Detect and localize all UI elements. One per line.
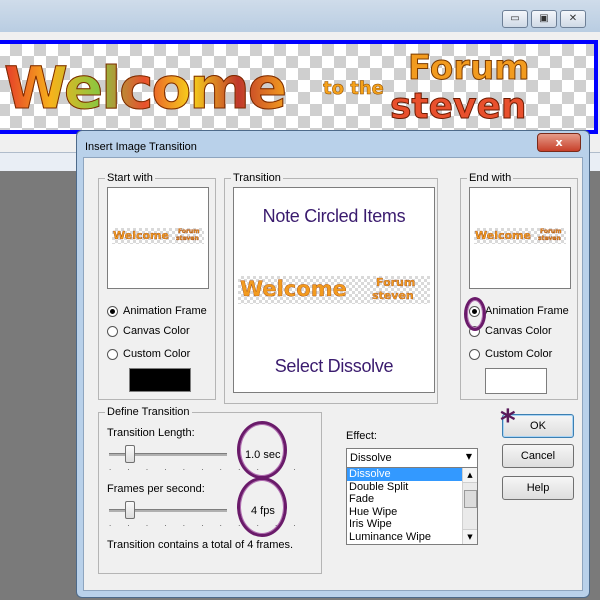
end-with-group: End with Welcome Forum steven Animation … bbox=[460, 172, 578, 400]
start-preview-name: steven bbox=[176, 235, 199, 242]
scroll-up-icon[interactable]: ▲ bbox=[463, 468, 477, 483]
maximize-button[interactable]: ▣ bbox=[531, 10, 557, 28]
define-transition-group: Define Transition Transition Length: . .… bbox=[98, 406, 322, 574]
banner-forum-text: Forum bbox=[408, 48, 531, 89]
annotation-circle-end-animation-frame bbox=[464, 297, 486, 331]
end-preview-forum: Forum bbox=[540, 228, 562, 235]
banner-welcome-text: Welcome bbox=[3, 54, 287, 123]
end-option-label: Custom Color bbox=[485, 348, 553, 360]
frames-per-second-slider-thumb[interactable] bbox=[125, 501, 135, 519]
radio-icon[interactable] bbox=[107, 305, 118, 317]
annotation-circle-length bbox=[237, 421, 287, 479]
banner-to-the-text: to the bbox=[323, 78, 384, 100]
select-dissolve-text: Select Dissolve bbox=[274, 356, 394, 376]
start-option-animation-frame[interactable]: Animation Frame bbox=[107, 305, 207, 317]
start-option-label: Canvas Color bbox=[123, 325, 190, 337]
effect-list-item[interactable]: Luminance Wipe bbox=[347, 531, 463, 544]
transition-group: Transition Note Circled Items Welcome Fo… bbox=[224, 172, 438, 404]
note-circled-items-text: Note Circled Items bbox=[262, 206, 406, 226]
start-frame-preview: Welcome Forum steven bbox=[107, 187, 209, 289]
dialog-close-button[interactable]: x bbox=[537, 133, 581, 152]
annotation-circle-fps bbox=[237, 477, 287, 537]
chevron-down-icon[interactable]: ▼ bbox=[462, 450, 476, 464]
banner-name-text: steven bbox=[390, 86, 528, 128]
dialog-title: Insert Image Transition bbox=[85, 141, 197, 153]
transition-length-label: Transition Length: bbox=[107, 427, 195, 439]
effect-list-scrollbar[interactable]: ▲ ▼ bbox=[462, 468, 477, 544]
scroll-thumb[interactable] bbox=[464, 490, 477, 508]
asterisk-annotation-icon: * bbox=[500, 404, 516, 439]
end-preview-banner: Welcome Forum steven bbox=[474, 228, 566, 244]
dialog-client-area: Start with Welcome Forum steven Animatio… bbox=[83, 157, 583, 591]
start-option-label: Animation Frame bbox=[123, 305, 207, 317]
effect-dropdown[interactable]: Dissolve ▼ bbox=[346, 448, 478, 468]
window-close-button[interactable]: ✕ bbox=[560, 10, 586, 28]
start-preview-forum: Forum bbox=[178, 228, 200, 235]
scroll-down-icon[interactable]: ▼ bbox=[463, 529, 477, 544]
end-frame-preview: Welcome Forum steven bbox=[469, 187, 571, 289]
end-preview-welcome: Welcome bbox=[475, 229, 531, 242]
radio-icon[interactable] bbox=[469, 348, 480, 360]
help-button[interactable]: Help bbox=[502, 476, 574, 500]
effect-label: Effect: bbox=[346, 430, 377, 442]
define-transition-label: Define Transition bbox=[105, 406, 192, 418]
effect-list-item[interactable]: Iris Wipe bbox=[347, 518, 463, 531]
start-with-label: Start with bbox=[105, 172, 155, 184]
minimize-button[interactable]: ▭ bbox=[502, 10, 528, 28]
start-option-canvas-color[interactable]: Canvas Color bbox=[107, 325, 190, 337]
insert-image-transition-dialog: Insert Image Transition x Start with Wel… bbox=[76, 130, 590, 598]
effect-list-item[interactable]: Dissolve bbox=[347, 468, 463, 481]
end-with-label: End with bbox=[467, 172, 514, 184]
start-preview-banner: Welcome Forum steven bbox=[112, 228, 204, 244]
start-custom-color-swatch[interactable] bbox=[129, 368, 191, 392]
end-option-label: Canvas Color bbox=[485, 325, 552, 337]
end-option-label: Animation Frame bbox=[485, 305, 569, 317]
transition-preview-welcome: Welcome bbox=[240, 277, 347, 301]
start-preview-welcome: Welcome bbox=[113, 229, 169, 242]
background-titlebar: ▭ ▣ ✕ bbox=[0, 0, 600, 32]
effect-list[interactable]: Dissolve Double Split Fade Hue Wipe Iris Wip… bbox=[346, 467, 478, 545]
welcome-banner-image: Welcome to the Forum steven bbox=[0, 40, 598, 134]
effect-list-items: Dissolve Double Split Fade Hue Wipe Iris Wip… bbox=[347, 468, 477, 543]
start-option-label: Custom Color bbox=[123, 348, 191, 360]
effect-dropdown-value: Dissolve bbox=[350, 452, 392, 464]
effect-list-item[interactable]: Double Split bbox=[347, 481, 463, 494]
cancel-button[interactable]: Cancel bbox=[502, 444, 574, 468]
transition-preview-name: steven bbox=[372, 289, 414, 302]
start-with-group: Start with Welcome Forum steven Animatio… bbox=[98, 172, 216, 400]
transition-preview-banner: Welcome Forum steven bbox=[238, 276, 430, 304]
transition-summary-text: Transition contains a total of 4 frames. bbox=[107, 539, 294, 551]
radio-icon[interactable] bbox=[107, 348, 118, 360]
effect-list-item[interactable]: Hue Wipe bbox=[347, 506, 463, 519]
transition-label: Transition bbox=[231, 172, 283, 184]
end-preview-name: steven bbox=[538, 235, 561, 242]
frames-per-second-label: Frames per second: bbox=[107, 483, 205, 495]
window-caption-buttons: ▭ ▣ ✕ bbox=[502, 10, 586, 28]
end-option-custom-color[interactable]: Custom Color bbox=[469, 348, 552, 360]
transition-preview: Note Circled Items Welcome Forum steven … bbox=[233, 187, 435, 393]
transition-length-slider-thumb[interactable] bbox=[125, 445, 135, 463]
end-custom-color-swatch[interactable] bbox=[485, 368, 547, 394]
effect-list-item[interactable]: Fade bbox=[347, 493, 463, 506]
start-option-custom-color[interactable]: Custom Color bbox=[107, 348, 190, 360]
radio-icon[interactable] bbox=[107, 325, 118, 337]
transition-preview-forum: Forum bbox=[376, 276, 416, 289]
